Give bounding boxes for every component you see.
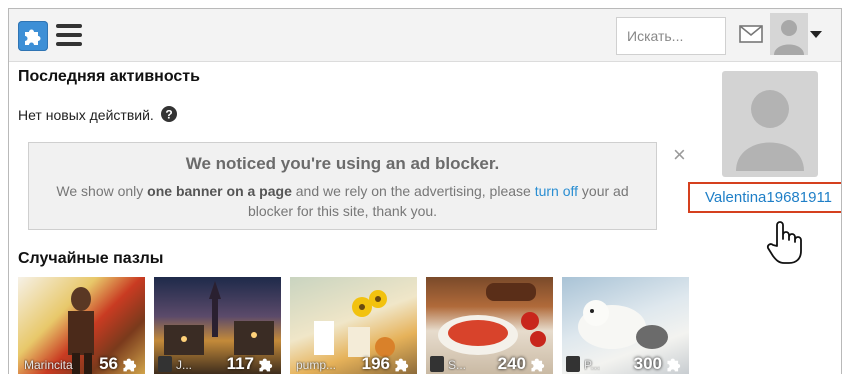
top-bar [9, 9, 841, 62]
puzzle-author: pump... [296, 358, 337, 372]
adblock-notice: We noticed you're using an ad blocker. W… [28, 142, 657, 230]
search-input[interactable] [616, 17, 726, 55]
no-activity-label: Нет новых действий. [18, 107, 154, 123]
hamburger-menu-icon[interactable] [56, 24, 82, 46]
adblock-text-start: We show only [56, 183, 148, 199]
caret-down-icon[interactable] [810, 31, 822, 38]
puzzle-author: S... [448, 358, 467, 372]
puzzle-thumbnail[interactable]: J... 117 [154, 277, 281, 374]
adblock-text-bold: one banner on a page [147, 183, 292, 199]
puzzle-thumbnail[interactable]: P... 300 [562, 277, 689, 374]
puzzle-piece-icon [123, 358, 137, 372]
puzzle-piece-count: 56 [99, 354, 118, 373]
puzzle-piece-icon [259, 358, 273, 372]
adblock-text-middle: and we rely on the advertising, please [291, 183, 535, 199]
no-activity-text: Нет новых действий. ? [18, 106, 177, 123]
puzzle-thumbnail[interactable]: Marincita 56 [18, 277, 145, 374]
author-avatar [158, 356, 172, 372]
puzzle-author: J... [176, 358, 193, 372]
puzzle-piece-count: 196 [361, 354, 390, 373]
activity-heading: Последняя активность [18, 68, 200, 85]
puzzle-piece-icon [395, 358, 409, 372]
puzzle-piece-count: 240 [497, 354, 526, 373]
author-avatar [566, 356, 580, 372]
user-avatar-icon[interactable] [770, 13, 808, 55]
app-frame: Последняя активность Нет новых действий.… [8, 8, 842, 374]
puzzle-logo-icon[interactable] [18, 21, 48, 51]
mail-icon[interactable] [739, 25, 763, 43]
puzzle-thumbnail[interactable]: pump... 196 [290, 277, 417, 374]
hand-cursor-icon [766, 221, 802, 264]
puzzle-piece-count: 300 [633, 354, 662, 373]
adblock-title: We noticed you're using an ad blocker. [185, 154, 500, 173]
random-puzzles-heading: Случайные пазлы [18, 250, 164, 267]
profile-username-link[interactable]: Valentina19681911 [688, 182, 841, 213]
puzzle-author: Marincita [24, 358, 73, 372]
profile-avatar[interactable] [722, 71, 818, 177]
puzzle-author: P... [584, 358, 601, 372]
puzzle-piece-icon [667, 358, 681, 372]
help-icon[interactable]: ? [160, 106, 177, 122]
author-avatar [430, 356, 444, 372]
puzzle-piece-count: 117 [226, 354, 254, 373]
puzzle-thumbnail[interactable]: S... 240 [426, 277, 553, 374]
svg-text:?: ? [165, 108, 172, 122]
puzzle-piece-icon [531, 358, 545, 372]
adblock-message: We show only one banner on a page and we… [48, 181, 638, 221]
turn-off-link[interactable]: turn off [535, 183, 578, 199]
close-icon[interactable]: × [673, 144, 686, 166]
